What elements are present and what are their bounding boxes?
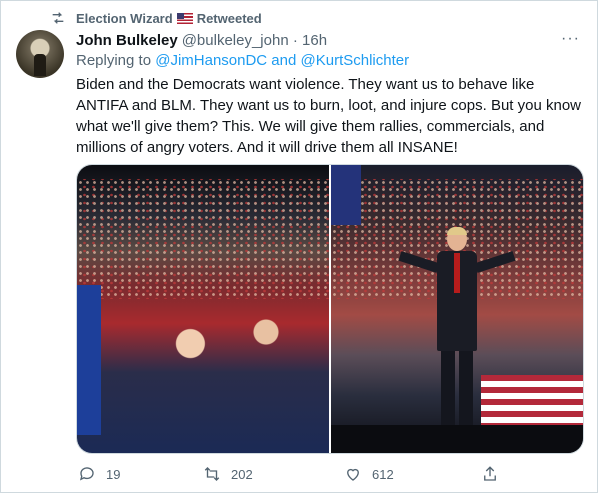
mention-jimhansondc[interactable]: @JimHansonDC [155, 52, 267, 69]
media-grid [76, 164, 584, 454]
crowd-pattern [77, 179, 329, 299]
retweet-icon [204, 467, 220, 481]
mention-kurtschlichter[interactable]: @KurtSchlichter [301, 52, 410, 69]
figure-legs [441, 351, 473, 427]
mention-conjunction: and [267, 52, 301, 69]
more-icon[interactable]: ··· [561, 30, 580, 48]
us-flag-icon [176, 12, 193, 24]
like-button[interactable]: 612 [344, 464, 394, 484]
like-count: 612 [372, 466, 394, 482]
author-name[interactable]: John Bulkeley [76, 32, 178, 49]
stage-floor [331, 425, 583, 453]
retweet-context: Election Wizard Retweeted [50, 10, 262, 26]
rally-stage-photo[interactable] [331, 165, 583, 453]
heart-icon [347, 468, 359, 481]
handle-separator: · [288, 31, 303, 49]
share-icon [484, 466, 496, 481]
figure-tie [454, 253, 460, 293]
tweet-text: Biden and the Democrats want violence. T… [76, 76, 581, 156]
retweet-icon [52, 12, 64, 24]
avatar[interactable] [16, 30, 64, 78]
reply-icon [79, 467, 94, 481]
sign-shape [331, 165, 361, 225]
author-handle[interactable]: @bulkeley_john · 16h [182, 32, 327, 49]
author-handle-text: @bulkeley_john [181, 31, 289, 49]
rally-crowd-photo[interactable] [77, 165, 329, 453]
tweet-actions: 19 202 612 [76, 464, 516, 484]
replying-to-prefix: Replying to [76, 52, 156, 69]
retweeter-name[interactable]: Election Wizard [76, 11, 173, 26]
retweet-button[interactable]: 202 [203, 464, 253, 484]
retweeted-label: Retweeted [196, 10, 262, 26]
stage-flag-shape [481, 375, 583, 431]
replying-to: Replying to @JimHansonDC and @KurtSchlic… [76, 52, 409, 69]
tweet-header: John Bulkeley @bulkeley_john · 16h [76, 30, 582, 50]
reply-count: 19 [106, 466, 121, 482]
tweet-time[interactable]: 16h [302, 32, 327, 49]
banner-shape [77, 285, 101, 435]
speaker-figure [398, 227, 516, 427]
retweet-count: 202 [231, 466, 253, 482]
figure-hair [447, 227, 467, 235]
share-button[interactable] [481, 464, 509, 484]
reply-button[interactable]: 19 [78, 464, 120, 484]
